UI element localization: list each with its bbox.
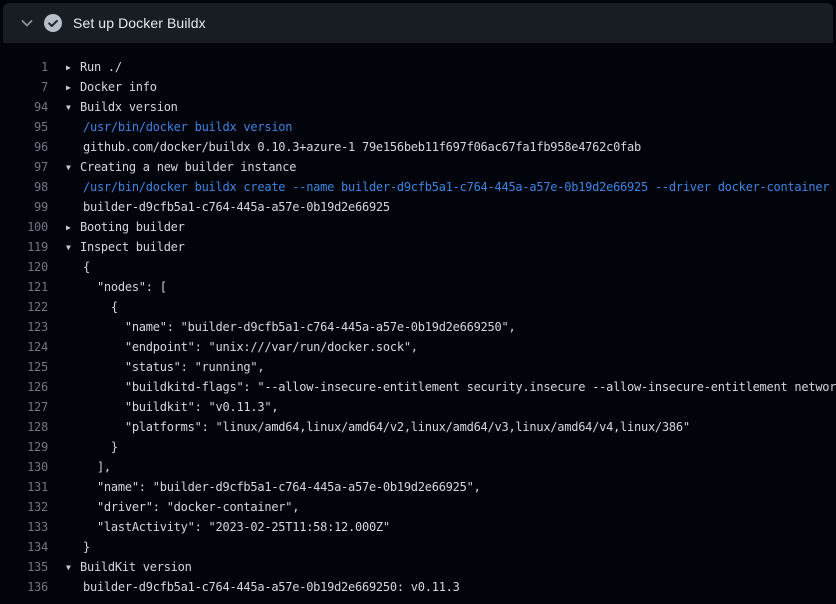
log-line-row: 125 "status": "running", [0,357,836,377]
log-area: 1 ▶Run ./ 7 ▶Docker info 94 ▼Buildx vers… [0,43,836,604]
log-line-row: 133 "lastActivity": "2023-02-25T11:58:12… [0,517,836,537]
line-number[interactable]: 134 [0,537,56,557]
step-header-bar[interactable]: Set up Docker Buildx [3,3,833,43]
log-line-row: 127 "buildkit": "v0.11.3", [0,397,836,417]
line-number[interactable]: 7 [0,77,56,97]
log-group-row: 1 ▶Run ./ [0,57,836,77]
line-number[interactable]: 95 [0,117,56,137]
line-number[interactable]: 94 [0,97,56,117]
log-line-row: 130 ], [0,457,836,477]
line-text[interactable]: ▶Docker info [56,77,836,97]
log-line-row: 96 github.com/docker/buildx 0.10.3+azure… [0,137,836,157]
line-number[interactable]: 1 [0,57,56,77]
line-number[interactable]: 136 [0,577,56,597]
group-toggle-arrow-icon: ▼ [66,158,80,177]
line-text[interactable]: ▼BuildKit version [56,557,836,577]
line-text: } [56,437,836,457]
log-group-row: 7 ▶Docker info [0,77,836,97]
line-text: "lastActivity": "2023-02-25T11:58:12.000… [56,517,836,537]
log-line-row: 128 "platforms": "linux/amd64,linux/amd6… [0,417,836,437]
line-text: "status": "running", [56,357,836,377]
line-text[interactable]: ▶Run ./ [56,57,836,77]
line-number[interactable]: 128 [0,417,56,437]
line-text: } [56,537,836,557]
line-text: ], [56,457,836,477]
check-circle-icon [44,14,62,32]
log-line-row: 95 /usr/bin/docker buildx version [0,117,836,137]
line-text[interactable]: ▼Creating a new builder instance [56,157,836,177]
line-text: { [56,297,836,317]
line-number[interactable]: 131 [0,477,56,497]
line-text: "buildkit": "v0.11.3", [56,397,836,417]
chevron-down-icon [19,15,35,31]
line-number[interactable]: 120 [0,257,56,277]
log-line-row: 121 "nodes": [ [0,277,836,297]
group-toggle-arrow-icon: ▼ [66,558,80,577]
line-number[interactable]: 127 [0,397,56,417]
line-text: "platforms": "linux/amd64,linux/amd64/v2… [56,417,836,437]
log-group-row: 119 ▼Inspect builder [0,237,836,257]
line-number[interactable]: 135 [0,557,56,577]
line-number[interactable]: 130 [0,457,56,477]
log-line-row: 134 } [0,537,836,557]
line-number[interactable]: 97 [0,157,56,177]
line-number[interactable]: 129 [0,437,56,457]
line-text: github.com/docker/buildx 0.10.3+azure-1 … [56,137,836,157]
line-text: /usr/bin/docker buildx create --name bui… [56,177,836,197]
line-number[interactable]: 99 [0,197,56,217]
line-text: "nodes": [ [56,277,836,297]
group-toggle-arrow-icon: ▼ [66,98,80,117]
group-toggle-arrow-icon: ▶ [66,218,80,237]
line-text: /usr/bin/docker buildx version [56,117,836,137]
group-toggle-arrow-icon: ▶ [66,58,80,77]
log-line-row: 124 "endpoint": "unix:///var/run/docker.… [0,337,836,357]
line-number[interactable]: 98 [0,177,56,197]
line-text: builder-d9cfb5a1-c764-445a-a57e-0b19d2e6… [56,197,836,217]
line-number[interactable]: 124 [0,337,56,357]
line-number[interactable]: 126 [0,377,56,397]
line-number[interactable]: 132 [0,497,56,517]
line-number[interactable]: 121 [0,277,56,297]
log-line-row: 120 { [0,257,836,277]
line-text: "endpoint": "unix:///var/run/docker.sock… [56,337,836,357]
log-line-row: 129 } [0,437,836,457]
line-text: "name": "builder-d9cfb5a1-c764-445a-a57e… [56,477,836,497]
log-line-row: 98 /usr/bin/docker buildx create --name … [0,177,836,197]
line-text: "buildkitd-flags": "--allow-insecure-ent… [56,377,836,397]
log-line-row: 122 { [0,297,836,317]
group-toggle-arrow-icon: ▶ [66,78,80,97]
log-line-row: 131 "name": "builder-d9cfb5a1-c764-445a-… [0,477,836,497]
line-text[interactable]: ▼Buildx version [56,97,836,117]
line-text: { [56,257,836,277]
line-number[interactable]: 122 [0,297,56,317]
log-group-row: 100 ▶Booting builder [0,217,836,237]
log-group-row: 97 ▼Creating a new builder instance [0,157,836,177]
line-text[interactable]: ▶Booting builder [56,217,836,237]
log-group-row: 94 ▼Buildx version [0,97,836,117]
group-toggle-arrow-icon: ▼ [66,238,80,257]
line-text: "driver": "docker-container", [56,497,836,517]
step-title: Set up Docker Buildx [73,15,206,31]
line-text: "name": "builder-d9cfb5a1-c764-445a-a57e… [56,317,836,337]
log-line-row: 136 builder-d9cfb5a1-c764-445a-a57e-0b19… [0,577,836,597]
line-number[interactable]: 100 [0,217,56,237]
line-number[interactable]: 119 [0,237,56,257]
log-line-row: 126 "buildkitd-flags": "--allow-insecure… [0,377,836,397]
line-number[interactable]: 133 [0,517,56,537]
line-number[interactable]: 96 [0,137,56,157]
line-number[interactable]: 125 [0,357,56,377]
line-text: builder-d9cfb5a1-c764-445a-a57e-0b19d2e6… [56,577,836,597]
log-line-row: 99 builder-d9cfb5a1-c764-445a-a57e-0b19d… [0,197,836,217]
log-line-row: 132 "driver": "docker-container", [0,497,836,517]
line-text[interactable]: ▼Inspect builder [56,237,836,257]
log-group-row: 135 ▼BuildKit version [0,557,836,577]
log-line-row: 123 "name": "builder-d9cfb5a1-c764-445a-… [0,317,836,337]
line-number[interactable]: 123 [0,317,56,337]
